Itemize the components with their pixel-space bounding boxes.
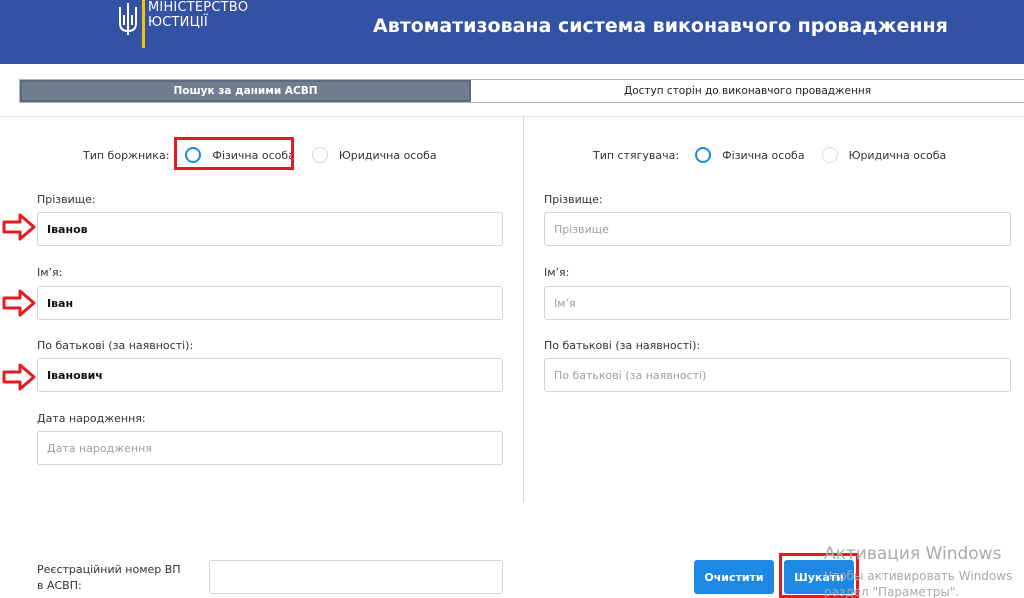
reg-number-label-line2: в АСВП: xyxy=(37,579,82,592)
reg-number-label-line1: Реєстраційний номер ВП xyxy=(37,563,181,576)
creditor-surname-label: Прізвище: xyxy=(544,193,603,206)
red-arrow-icon xyxy=(2,289,36,317)
tab-search-asvp[interactable]: Пошук за даними АСВП xyxy=(20,80,471,102)
creditor-radio-legal[interactable]: Юридична особа xyxy=(821,147,947,163)
watermark-line3: раздел "Параметры". xyxy=(824,585,960,598)
radio-unchecked-icon[interactable] xyxy=(821,147,838,163)
debtor-type-label: Тип боржника: xyxy=(83,148,170,162)
reg-number-label: Реєстраційний номер ВП в АСВП: xyxy=(37,562,181,594)
logo-text: МІНІСТЕРСТВО ЮСТИЦІЇ xyxy=(148,0,248,30)
app-header: МІНІСТЕРСТВО ЮСТИЦІЇ Автоматизована сист… xyxy=(0,0,1024,64)
watermark-line2: Чтобы активировать Windows xyxy=(824,569,1013,583)
debtor-birthdate-field[interactable]: Дата народження xyxy=(37,431,503,465)
section-divider xyxy=(0,116,1024,117)
creditor-name-field[interactable]: Ім’я xyxy=(544,286,1011,320)
debtor-patronymic-field[interactable]: Іванович xyxy=(37,358,503,392)
highlight-box-debtor-type xyxy=(174,137,294,170)
debtor-name-field[interactable]: Іван xyxy=(37,286,503,320)
page-title: Автоматизована система виконавчого прова… xyxy=(373,15,948,37)
watermark-title: Активация Windows xyxy=(824,544,1002,564)
radio-checked-icon[interactable] xyxy=(695,147,712,163)
debtor-name-label: Ім’я: xyxy=(37,266,63,279)
trident-icon xyxy=(119,3,137,35)
creditor-surname-field[interactable]: Прізвище xyxy=(544,212,1011,246)
logo-line2: ЮСТИЦІЇ xyxy=(148,15,208,30)
creditor-patronymic-field[interactable]: По батькові (за наявності) xyxy=(544,358,1011,392)
ministry-logo[interactable]: МІНІСТЕРСТВО ЮСТИЦІЇ xyxy=(116,0,248,48)
creditor-type-label: Тип стягувача: xyxy=(593,148,680,162)
creditor-patronymic-label: По батькові (за наявності): xyxy=(544,339,701,352)
logo-line1: МІНІСТЕРСТВО xyxy=(148,0,249,15)
creditor-radio-legal-label: Юридична особа xyxy=(848,148,947,162)
debtor-birthdate-label: Дата народження: xyxy=(37,412,146,425)
radio-unchecked-icon[interactable] xyxy=(311,147,328,163)
tab-party-access[interactable]: Доступ сторін до виконавчого провадження xyxy=(471,80,1024,102)
creditor-radio-individual-label: Фізична особа xyxy=(722,148,805,162)
debtor-surname-label: Прізвище: xyxy=(37,193,96,206)
creditor-radio-individual[interactable]: Фізична особа xyxy=(695,147,805,163)
clear-button[interactable]: Очистити xyxy=(694,560,774,594)
red-arrow-icon xyxy=(2,213,36,241)
tab-bar: Пошук за даними АСВП Доступ сторін до ви… xyxy=(19,79,1024,103)
column-divider xyxy=(523,117,524,502)
reg-number-field[interactable] xyxy=(209,560,503,594)
debtor-radio-legal-label: Юридична особа xyxy=(338,148,437,162)
debtor-patronymic-label: По батькові (за наявності): xyxy=(37,339,194,352)
logo-yellow-bar xyxy=(142,0,145,48)
creditor-type-row: Тип стягувача: Фізична особа Юридична ос… xyxy=(593,143,946,167)
red-arrow-icon xyxy=(2,363,36,391)
creditor-name-label: Ім’я: xyxy=(544,266,570,279)
debtor-radio-legal[interactable]: Юридична особа xyxy=(311,147,437,163)
debtor-surname-field[interactable]: Іванов xyxy=(37,212,503,246)
windows-activation-watermark: Активация Windows Чтобы активировать Win… xyxy=(824,544,1012,598)
